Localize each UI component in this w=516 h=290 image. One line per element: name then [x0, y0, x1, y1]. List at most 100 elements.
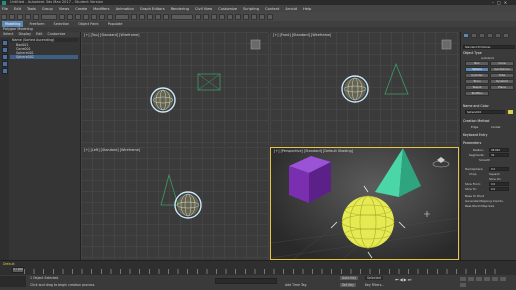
menu-rendering[interactable]: Rendering	[171, 7, 189, 11]
creation-method-title[interactable]: Creation Method	[463, 119, 515, 123]
hemisphere-spinner[interactable]: 0.0	[489, 167, 509, 171]
display-shapes-icon[interactable]	[1, 47, 8, 53]
unlink-icon[interactable]	[25, 13, 31, 20]
rotate-icon[interactable]	[99, 13, 105, 20]
pivot-icon[interactable]	[131, 13, 137, 20]
display-cameras-icon[interactable]	[1, 61, 8, 67]
motion-tab-icon[interactable]	[487, 33, 493, 38]
keyboard-entry-title[interactable]: Keyboard Entry	[463, 133, 515, 137]
cylinder-button[interactable]: Cylinder	[465, 73, 489, 78]
menu-civil-view[interactable]: Civil View	[195, 7, 212, 11]
schematic-icon[interactable]	[235, 13, 241, 20]
move-icon[interactable]	[91, 13, 97, 20]
select-object-icon[interactable]	[59, 13, 65, 20]
menu-animation[interactable]: Animation	[116, 7, 134, 11]
menu-file[interactable]: File	[2, 7, 8, 11]
slice-from-spinner[interactable]: 0.0	[489, 182, 509, 186]
scene-tab-customize[interactable]: Customize	[48, 32, 66, 37]
mirror-icon[interactable]	[195, 13, 201, 20]
scene-tab-edit[interactable]: Edit	[36, 32, 43, 37]
coord-system-icon[interactable]	[115, 13, 129, 20]
add-time-tag-button[interactable]: Add Time Tag	[285, 283, 306, 287]
viewport-top[interactable]: [+] [Top] [Standard] [Wireframe]	[81, 32, 269, 146]
menu-edit[interactable]: Edit	[14, 7, 21, 11]
menu-help[interactable]: Help	[303, 7, 311, 11]
menu-scripting[interactable]: Scripting	[243, 7, 259, 11]
zoom-icon[interactable]	[460, 277, 466, 281]
plane-button[interactable]: Plane	[490, 85, 514, 90]
link-icon[interactable]	[17, 13, 23, 20]
cone-button[interactable]: Cone	[490, 61, 514, 66]
menu-group[interactable]: Group	[42, 7, 53, 11]
bind-icon[interactable]	[33, 13, 39, 20]
named-selection-icon[interactable]	[171, 13, 193, 20]
create-tab-icon[interactable]	[463, 33, 469, 38]
sphere-button[interactable]: Sphere	[465, 67, 489, 72]
orbit-icon[interactable]	[500, 277, 506, 281]
autogrid-checkbox[interactable]: AutoGrid	[481, 56, 494, 60]
window-crossing-icon[interactable]	[83, 13, 89, 20]
maximize-viewport-icon[interactable]	[460, 283, 466, 287]
coordinate-fields[interactable]	[215, 278, 277, 284]
menu-views[interactable]: Views	[59, 7, 69, 11]
chop-radio[interactable]: Chop	[469, 172, 476, 176]
viewport-left[interactable]: [+] [Left] [Standard] [Wireframe]	[81, 147, 269, 260]
angle-snap-icon[interactable]	[147, 13, 153, 20]
rect-select-icon[interactable]	[75, 13, 81, 20]
layer-icon[interactable]	[211, 13, 217, 20]
auto-key-button[interactable]: Auto Key	[340, 276, 359, 280]
display-geometry-icon[interactable]	[1, 40, 8, 46]
scene-item-selected[interactable]: Sphere002	[10, 55, 78, 59]
render-setup-icon[interactable]	[251, 13, 257, 20]
percent-snap-icon[interactable]	[155, 13, 161, 20]
menu-modifiers[interactable]: Modifiers	[93, 7, 109, 11]
real-world-map-checkbox[interactable]: Real-World Map Size	[465, 204, 494, 208]
object-name-field[interactable]: Sphere002	[465, 110, 505, 114]
layer-label[interactable]: Default	[3, 262, 15, 266]
slice-on-checkbox[interactable]: Slice On	[489, 177, 501, 181]
spinner-snap-icon[interactable]	[163, 13, 169, 20]
select-filter-icon[interactable]	[41, 13, 57, 20]
align-icon[interactable]	[203, 13, 209, 20]
scene-tab-select[interactable]: Select	[3, 32, 13, 37]
scene-tab-display[interactable]: Display	[18, 32, 31, 37]
hierarchy-tab-icon[interactable]	[479, 33, 485, 38]
set-key-button[interactable]: Set Key	[340, 283, 357, 287]
object-color-swatch[interactable]	[508, 110, 513, 114]
zoom-extents-icon[interactable]	[476, 277, 482, 281]
pyramid-button[interactable]: Pyramid	[490, 79, 514, 84]
object-type-title[interactable]: Object Type	[463, 51, 515, 55]
render-frame-icon[interactable]	[259, 13, 265, 20]
modify-tab-icon[interactable]	[471, 33, 477, 38]
playback-controls[interactable]: ⏮◀▶⏭	[395, 277, 425, 282]
snap-icon[interactable]	[139, 13, 145, 20]
segments-spinner[interactable]: 32	[489, 153, 509, 157]
key-filters-button[interactable]: Key Filters...	[365, 283, 384, 287]
frame-ruler[interactable]	[24, 269, 504, 274]
tube-button[interactable]: Tube	[490, 73, 514, 78]
time-slider[interactable]: 0 / 100	[12, 267, 24, 273]
radius-spinner[interactable]: 38.892	[489, 148, 509, 152]
zoom-all-icon[interactable]	[468, 277, 474, 281]
scale-icon[interactable]	[107, 13, 113, 20]
menu-content[interactable]: Content	[265, 7, 279, 11]
field-of-view-icon[interactable]	[484, 277, 490, 281]
menu-tools[interactable]: Tools	[27, 7, 36, 11]
parameters-title[interactable]: Parameters	[463, 141, 515, 145]
display-lights-icon[interactable]	[1, 54, 8, 60]
smooth-checkbox[interactable]: Smooth	[479, 158, 490, 162]
display-tab-icon[interactable]	[495, 33, 501, 38]
box-button[interactable]: Box	[465, 61, 489, 66]
render-icon[interactable]	[267, 13, 273, 20]
textplus-button[interactable]: TextPlus	[465, 91, 489, 96]
redo-icon[interactable]	[9, 13, 15, 20]
select-by-name-icon[interactable]	[67, 13, 73, 20]
name-color-title[interactable]: Name and Color	[463, 104, 515, 108]
menu-customize[interactable]: Customize	[218, 7, 237, 11]
base-to-pivot-checkbox[interactable]: Base To Pivot	[465, 194, 484, 198]
menu-graph-editors[interactable]: Graph Editors	[140, 7, 165, 11]
slice-to-spinner[interactable]: 0.0	[489, 187, 509, 191]
display-helpers-icon[interactable]	[1, 68, 8, 74]
pan-icon[interactable]	[492, 277, 498, 281]
torus-button[interactable]: Torus	[465, 79, 489, 84]
